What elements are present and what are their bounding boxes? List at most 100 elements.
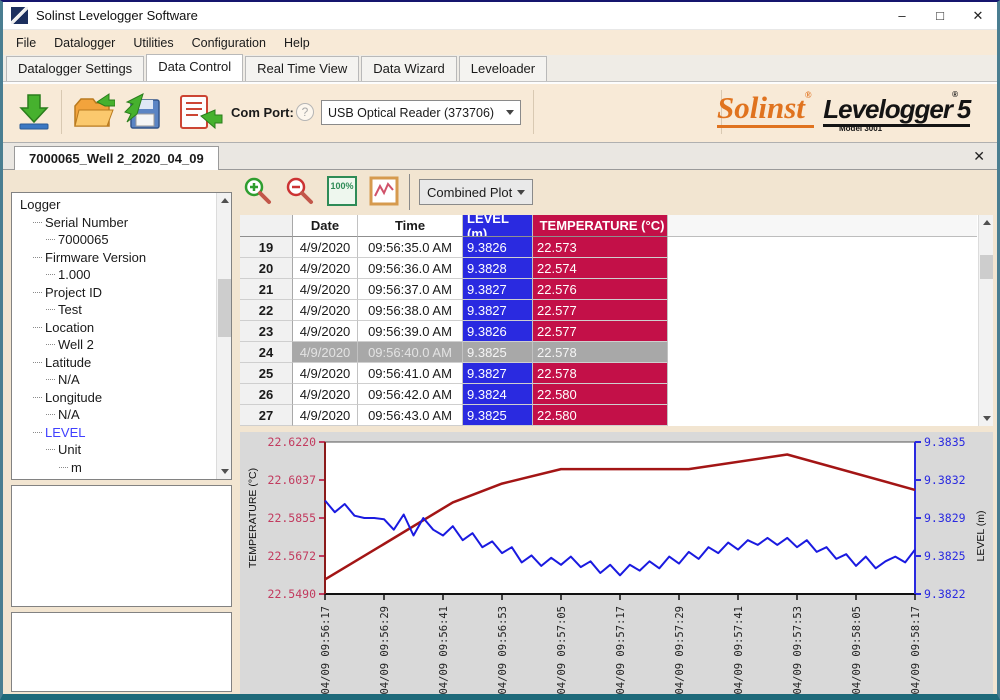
tree-item-label: Location — [45, 319, 94, 337]
file-tab[interactable]: 7000065_Well 2_2020_04_09 — [14, 146, 219, 171]
tree-item-project-id[interactable]: Project ID — [16, 284, 231, 302]
table-row-22[interactable]: 224/9/202009:56:38.0 AM9.382722.577 — [240, 300, 668, 321]
scroll-down-icon[interactable] — [217, 464, 232, 479]
tree-item-n-a[interactable]: N/A — [16, 371, 231, 389]
levelogger-product-text: Levelogger®5 — [823, 94, 970, 127]
cell-level: 9.3828 — [463, 258, 533, 279]
zoom-in-icon[interactable] — [243, 176, 273, 206]
table-row-24[interactable]: 244/9/202009:56:40.0 AM9.382522.578 — [240, 342, 668, 363]
table-header-level-m: LEVEL (m) — [463, 215, 533, 237]
solinst-brand-text: Solinst® — [717, 90, 814, 128]
cell-time: 09:56:38.0 AM — [358, 300, 463, 321]
tree-item-1-000[interactable]: 1.000 — [16, 266, 231, 284]
cell-date: 4/9/2020 — [293, 237, 358, 258]
tree-item-m[interactable]: m — [16, 459, 231, 477]
combined-plot-chart[interactable]: 22.622022.603722.585522.567222.54909.383… — [240, 432, 993, 694]
table-row-27[interactable]: 274/9/202009:56:43.0 AM9.382522.580 — [240, 405, 668, 426]
scrollbar-thumb[interactable] — [980, 255, 993, 279]
tab-data-wizard[interactable]: Data Wizard — [361, 56, 457, 81]
export-data-icon[interactable] — [175, 92, 223, 132]
table-row-21[interactable]: 214/9/202009:56:37.0 AM9.382722.576 — [240, 279, 668, 300]
tab-data-control[interactable]: Data Control — [146, 54, 243, 81]
app-window: Solinst Levelogger Software – □ ✕ FileDa… — [0, 0, 1000, 700]
com-port-select[interactable]: USB Optical Reader (373706) — [321, 100, 521, 125]
cell-temperature: 22.574 — [533, 258, 668, 279]
tree-item-latitude[interactable]: Latitude — [16, 354, 231, 372]
row-number: 23 — [240, 321, 293, 342]
tree-item-label: Logger — [20, 196, 60, 214]
zoom-out-icon[interactable] — [285, 176, 315, 206]
tree-connector — [46, 344, 55, 345]
file-tab-close-icon[interactable]: ✕ — [973, 148, 985, 165]
tree-item-n-a[interactable]: N/A — [16, 406, 231, 424]
tree-item-unit[interactable]: Unit — [16, 441, 231, 459]
tab-real-time-view[interactable]: Real Time View — [245, 56, 359, 81]
menu-utilities[interactable]: Utilities — [124, 32, 182, 54]
solinst-levelogger-logo: Solinst® Levelogger®5 Model 3001 — [717, 90, 989, 136]
scroll-down-icon[interactable] — [979, 411, 994, 426]
cell-temperature: 22.580 — [533, 405, 668, 426]
tree-scrollbar[interactable] — [216, 193, 231, 479]
table-filler — [668, 237, 977, 426]
tree-item-well-2[interactable]: Well 2 — [16, 336, 231, 354]
tree-connector — [46, 239, 55, 240]
cell-temperature: 22.576 — [533, 279, 668, 300]
save-data-icon[interactable] — [123, 92, 167, 132]
tree-item-serial-number[interactable]: Serial Number — [16, 214, 231, 232]
cell-date: 4/9/2020 — [293, 258, 358, 279]
table-row-25[interactable]: 254/9/202009:56:41.0 AM9.382722.578 — [240, 363, 668, 384]
toolbar: Com Port: ? USB Optical Reader (373706) … — [3, 82, 997, 143]
tree-item-logger[interactable]: Logger — [16, 196, 231, 214]
download-data-icon[interactable] — [15, 92, 53, 132]
chevron-down-icon — [506, 110, 514, 115]
cell-date: 4/9/2020 — [293, 321, 358, 342]
table-row-19[interactable]: 194/9/202009:56:35.0 AM9.382622.573 — [240, 237, 668, 258]
cell-date: 4/9/2020 — [293, 405, 358, 426]
x-tick-label: 04/09 09:57:17 — [615, 606, 627, 694]
tree-item-level[interactable]: LEVEL — [16, 424, 231, 442]
tree-item-longitude[interactable]: Longitude — [16, 389, 231, 407]
menu-datalogger[interactable]: Datalogger — [45, 32, 124, 54]
plot-type-select[interactable]: Combined Plot — [419, 179, 533, 205]
cell-level: 9.3826 — [463, 321, 533, 342]
right-tick-label: 9.3832 — [924, 473, 966, 487]
cell-level: 9.3825 — [463, 405, 533, 426]
table-scrollbar[interactable] — [978, 215, 993, 426]
table-row-23[interactable]: 234/9/202009:56:39.0 AM9.382622.577 — [240, 321, 668, 342]
cell-level: 9.3825 — [463, 342, 533, 363]
menu-configuration[interactable]: Configuration — [183, 32, 275, 54]
close-button[interactable]: ✕ — [959, 2, 997, 29]
scroll-up-icon[interactable] — [979, 215, 994, 230]
tree-item-label: 1.000 — [58, 266, 91, 284]
table-row-26[interactable]: 264/9/202009:56:42.0 AM9.382422.580 — [240, 384, 668, 405]
toolbar-separator — [533, 90, 534, 134]
graph-view-icon[interactable] — [369, 176, 399, 206]
cell-time: 09:56:41.0 AM — [358, 363, 463, 384]
menu-file[interactable]: File — [7, 32, 45, 54]
data-table: DateTimeLEVEL (m)TEMPERATURE (°C)194/9/2… — [240, 215, 993, 426]
menu-help[interactable]: Help — [275, 32, 319, 54]
zoom-100-percent-icon[interactable]: 100% — [327, 176, 357, 206]
minimize-button[interactable]: – — [883, 2, 921, 29]
cell-level: 9.3827 — [463, 300, 533, 321]
tree-item-7000065[interactable]: 7000065 — [16, 231, 231, 249]
cell-date: 4/9/2020 — [293, 279, 358, 300]
tree-item-location[interactable]: Location — [16, 319, 231, 337]
tab-datalogger-settings[interactable]: Datalogger Settings — [6, 56, 144, 81]
tree-connector — [33, 292, 42, 293]
scrollbar-thumb[interactable] — [218, 279, 231, 337]
left-tick-label: 22.5855 — [268, 511, 316, 525]
cell-time: 09:56:35.0 AM — [358, 237, 463, 258]
help-icon[interactable]: ? — [296, 103, 314, 121]
combined-plot-panel: 22.622022.603722.585522.567222.54909.383… — [240, 432, 993, 694]
tab-leveloader[interactable]: Leveloader — [459, 56, 547, 81]
cell-level: 9.3824 — [463, 384, 533, 405]
open-data-icon[interactable] — [71, 92, 115, 132]
info-panel-empty-2 — [11, 612, 232, 692]
table-row-20[interactable]: 204/9/202009:56:36.0 AM9.382822.574 — [240, 258, 668, 279]
tree-item-test[interactable]: Test — [16, 301, 231, 319]
tree-item-firmware-version[interactable]: Firmware Version — [16, 249, 231, 267]
maximize-button[interactable]: □ — [921, 2, 959, 29]
scroll-up-icon[interactable] — [217, 193, 232, 208]
cell-time: 09:56:39.0 AM — [358, 321, 463, 342]
